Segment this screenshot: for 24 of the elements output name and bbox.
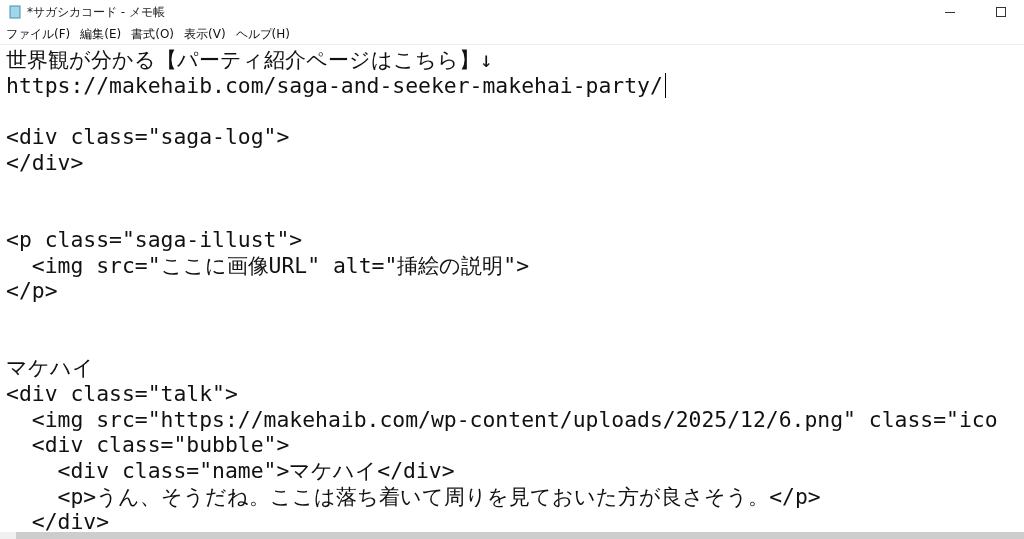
text-line: <div class="bubble">	[30, 432, 291, 458]
menu-item[interactable]: ファイル(F)	[6, 25, 71, 43]
scrollbar-thumb[interactable]	[16, 532, 1024, 539]
window-title: *サガシカコード - メモ帳	[27, 3, 166, 21]
notepad-icon	[8, 5, 22, 19]
text-line: <p class="saga-illust">	[6, 226, 304, 253]
minimize-icon	[945, 11, 955, 13]
text-line: <div class="name">マケハイ</div>	[56, 458, 456, 484]
text-line: <div class="talk">	[6, 380, 239, 407]
text-line: <img src="ここに画像URL" alt="挿絵の説明">	[30, 252, 531, 279]
text-line: <p>うん、そうだね。ここは落ち着いて周りを見ておいた方が良さそう。</p>	[56, 483, 822, 510]
menu-item[interactable]: ヘルプ(H)	[235, 25, 290, 43]
text-line: 世界観が分かる【パーティ紹介ページはこちら】↓	[6, 47, 494, 73]
text-line: </div>	[30, 509, 111, 532]
menu-item[interactable]: 表示(V)	[184, 25, 226, 43]
text-line: マケハイ	[6, 355, 95, 381]
text-line: </div>	[6, 149, 85, 176]
text-line: <img src="https://makehaib.com/wp-content/uploads/2025/12/6.png" class="ico	[30, 406, 999, 433]
text-line: https://makehaib.com/saga-and-seeker-makehai-party/	[6, 72, 666, 99]
maximize-icon	[996, 7, 1006, 17]
text-line: </p>	[6, 278, 59, 304]
menu-item[interactable]: 編集(E)	[80, 25, 122, 43]
text-line: <div class="saga-log">	[6, 124, 291, 150]
menu-item[interactable]: 書式(O)	[131, 25, 175, 43]
